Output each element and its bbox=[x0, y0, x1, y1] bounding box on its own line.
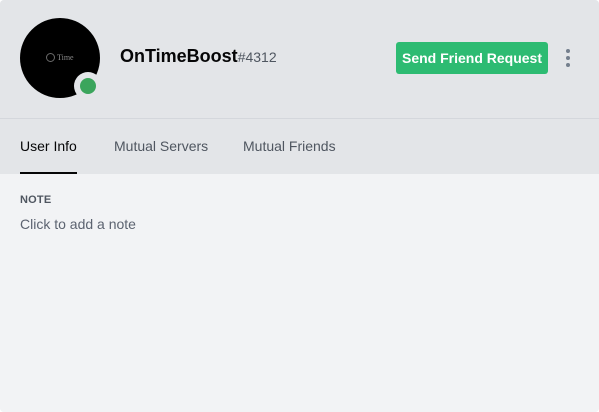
user-profile-modal: Time OnTimeBoost #4312 Send Friend Reque… bbox=[0, 0, 599, 412]
send-friend-request-button[interactable]: Send Friend Request bbox=[396, 42, 548, 74]
avatar-wrapper: Time bbox=[20, 18, 102, 100]
avatar-logo: Time bbox=[46, 53, 74, 62]
username-block: OnTimeBoost #4312 bbox=[120, 46, 277, 67]
tab-mutual-servers[interactable]: Mutual Servers bbox=[114, 119, 208, 174]
profile-tabbar: User Info Mutual Servers Mutual Friends bbox=[0, 118, 599, 174]
tab-user-info[interactable]: User Info bbox=[20, 119, 77, 174]
online-status-icon bbox=[80, 78, 96, 94]
username: OnTimeBoost bbox=[120, 46, 238, 66]
more-options-icon[interactable] bbox=[560, 46, 576, 70]
profile-header: Time OnTimeBoost #4312 Send Friend Reque… bbox=[0, 0, 599, 118]
logo-ring-icon bbox=[46, 53, 55, 62]
user-info-panel: NOTE Click to add a note bbox=[0, 174, 599, 412]
note-input[interactable]: Click to add a note bbox=[20, 216, 136, 232]
tab-mutual-friends[interactable]: Mutual Friends bbox=[243, 119, 336, 174]
note-heading: NOTE bbox=[20, 194, 52, 206]
discriminator: #4312 bbox=[237, 49, 277, 65]
more-dot bbox=[566, 63, 570, 67]
more-dot bbox=[566, 49, 570, 53]
avatar-logo-text: Time bbox=[57, 52, 74, 62]
more-dot bbox=[566, 56, 570, 60]
